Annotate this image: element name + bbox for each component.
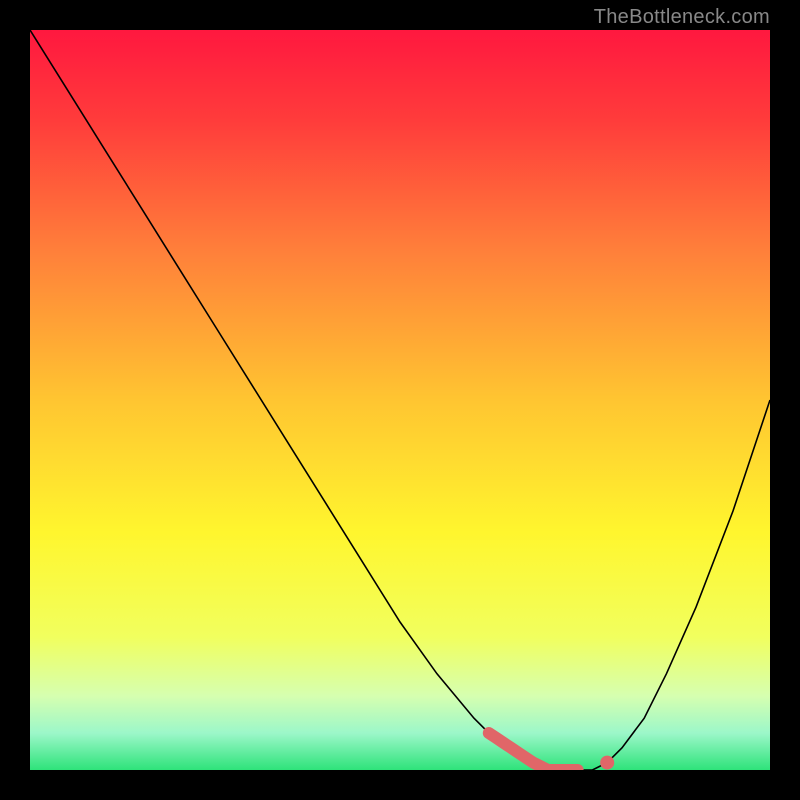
plot-area (30, 30, 770, 770)
watermark-text: TheBottleneck.com (594, 6, 770, 29)
chart-container: TheBottleneck.com (0, 0, 800, 800)
bottleneck-curve (30, 30, 770, 770)
